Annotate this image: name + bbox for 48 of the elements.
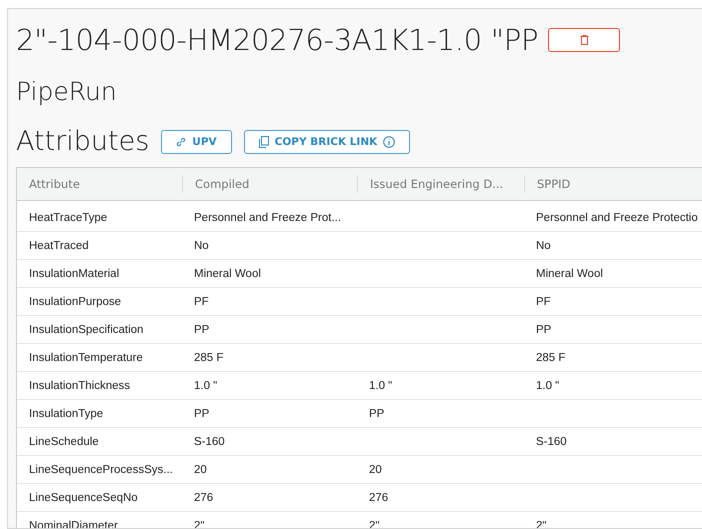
table-cell-text: 20 bbox=[368, 464, 383, 476]
table-cell-text: 1.0 " bbox=[368, 380, 394, 392]
table-cell-text: PP bbox=[193, 408, 210, 420]
column-header[interactable]: Compiled bbox=[182, 176, 357, 192]
table-cell-text: PF bbox=[535, 296, 552, 308]
table-cell-text: PF bbox=[193, 296, 210, 308]
copy-link-button[interactable]: COPY BRICK LINK bbox=[244, 130, 410, 154]
table-cell-text: No bbox=[193, 240, 210, 252]
table-cell-text: HeatTraced bbox=[28, 240, 90, 252]
table-cell-text: LineSequenceProcessSys... bbox=[28, 464, 174, 476]
table-cell-text: PP bbox=[193, 324, 210, 336]
table-cell-text: No bbox=[535, 240, 552, 252]
trash-icon bbox=[580, 35, 589, 45]
table-cell-text: InsulationType bbox=[28, 408, 104, 420]
column-header[interactable]: Issued Engineering D... bbox=[357, 176, 524, 192]
section-title: Attributes bbox=[16, 126, 150, 157]
table-cell-text: 285 F bbox=[193, 352, 224, 364]
upv-button[interactable]: UPV bbox=[161, 130, 232, 154]
table-cell-text: PP bbox=[368, 408, 386, 420]
table-cell-text: 1.0 " bbox=[535, 380, 560, 392]
column-header[interactable]: SPPID bbox=[524, 176, 702, 192]
table-cell-text: 276 bbox=[368, 492, 390, 504]
table-cell-text: S-160 bbox=[193, 436, 226, 448]
pipe-run-title: 2"-104-000-HM20276-3A1K1-1.0 "PP bbox=[16, 23, 538, 57]
table-cell-text: HeatTraceType bbox=[28, 212, 108, 224]
table-cell-text: LineSequenceSeqNo bbox=[28, 492, 139, 504]
info-icon bbox=[383, 136, 396, 148]
table-cell-text: InsulationPurpose bbox=[28, 296, 122, 308]
copy-icon bbox=[258, 136, 269, 148]
table-cell-text: 1.0 " bbox=[193, 380, 218, 392]
type-label: PipeRun bbox=[16, 77, 118, 106]
table-cell-text: LineSchedule bbox=[28, 436, 100, 448]
table-cell-text: 276 bbox=[193, 492, 214, 504]
table-cell-text: Personnel and Freeze Protectio bbox=[535, 212, 699, 224]
table-cell-text: Mineral Wool bbox=[535, 268, 604, 280]
table-cell-text: InsulationSpecification bbox=[28, 324, 144, 336]
table-cell-text: Mineral Wool bbox=[193, 268, 262, 280]
table-cell-text: S-160 bbox=[535, 436, 568, 448]
table-cell-text: InsulationThickness bbox=[28, 380, 131, 392]
table-cell-text: 285 F bbox=[535, 352, 566, 364]
table-cell-text: Personnel and Freeze Prot... bbox=[193, 212, 342, 224]
delete-button[interactable] bbox=[548, 28, 620, 52]
table-cell-text: InsulationTemperature bbox=[28, 352, 144, 364]
table-cell-text: InsulationMaterial bbox=[28, 268, 120, 280]
link-icon bbox=[176, 136, 186, 146]
table-cell-text: PP bbox=[535, 324, 552, 336]
table-cell-text: 20 bbox=[193, 464, 208, 476]
column-header[interactable]: Attribute bbox=[17, 176, 182, 192]
